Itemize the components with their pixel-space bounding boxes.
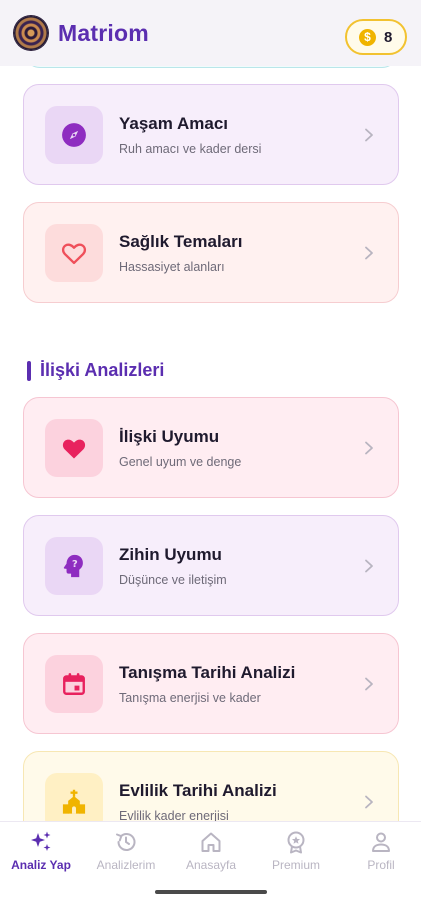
- section-title: İlişki Analizleri: [27, 360, 164, 381]
- chevron-right-icon: [365, 128, 373, 141]
- card-saglik-temalari[interactable]: Sağlık Temaları Hassasiyet alanları: [23, 202, 399, 303]
- chevron-right-icon: [365, 677, 373, 690]
- card-evlilik-tarihi[interactable]: Evlilik Tarihi Analizi Evlilik kader ene…: [23, 751, 399, 821]
- coin-balance-badge[interactable]: $ 8: [345, 19, 407, 55]
- heart-outline-icon: [61, 242, 87, 264]
- coin-icon: $: [359, 28, 376, 46]
- compass-icon: [62, 122, 86, 147]
- app-header: Matriom $ 8: [0, 0, 421, 66]
- card-title: Zihin Uyumu: [119, 544, 222, 564]
- card-subtitle: Genel uyum ve denge: [119, 454, 242, 469]
- icon-box: [45, 772, 103, 821]
- card-zihin-uyumu[interactable]: ? Zihin Uyumu Düşünce ve iletişim: [23, 515, 399, 616]
- card-iliski-uyumu[interactable]: İlişki Uyumu Genel uyum ve denge: [23, 397, 399, 498]
- svg-text:?: ?: [72, 558, 78, 569]
- heart-filled-icon: [62, 439, 86, 458]
- nav-label: Premium: [271, 858, 320, 872]
- premium-badge-icon: [287, 831, 305, 854]
- spiral-logo-icon[interactable]: [14, 16, 48, 50]
- chevron-right-icon: [365, 559, 373, 572]
- card-tanisma-tarihi[interactable]: Tanışma Tarihi Analizi Tanışma enerjisi …: [23, 633, 399, 734]
- home-icon: [201, 832, 221, 852]
- nav-label: Anasayfa: [185, 858, 237, 872]
- nav-anasayfa[interactable]: Anasayfa: [169, 830, 253, 872]
- card-title: İlişki Uyumu: [119, 426, 220, 446]
- icon-box: [45, 223, 103, 282]
- section-title-text: İlişki Analizleri: [40, 360, 165, 380]
- nav-label: Profil: [367, 858, 395, 872]
- card-title: Sağlık Temaları: [119, 231, 243, 251]
- card-yasam-amaci[interactable]: Yaşam Amacı Ruh amacı ve kader dersi: [23, 84, 399, 185]
- icon-box: ?: [45, 536, 103, 595]
- icon-box: [45, 105, 103, 164]
- analysis-list[interactable]: Yaşam Amacı Ruh amacı ve kader dersi Sağ…: [0, 66, 421, 821]
- card-subtitle: Düşünce ve iletişim: [119, 572, 227, 587]
- nav-label: Analiz Yap: [11, 858, 71, 872]
- icon-box: [45, 418, 103, 477]
- mind-icon: ?: [63, 554, 83, 577]
- card-subtitle: Hassasiyet alanları: [119, 259, 225, 274]
- chevron-right-icon: [365, 795, 373, 808]
- previous-card-edge[interactable]: [24, 66, 398, 68]
- home-indicator[interactable]: [155, 890, 267, 894]
- card-title: Yaşam Amacı: [119, 113, 228, 133]
- history-icon: [116, 833, 136, 851]
- calendar-icon: [63, 672, 85, 695]
- icon-box: [45, 654, 103, 713]
- bottom-navigation: Analiz Yap Analizlerim Anasayfa Premium …: [0, 821, 421, 897]
- nav-analiz-yap[interactable]: Analiz Yap: [0, 830, 83, 872]
- sparkles-icon: [31, 831, 51, 851]
- nav-profil[interactable]: Profil: [339, 830, 421, 872]
- card-subtitle: Tanışma enerjisi ve kader: [119, 690, 261, 705]
- nav-label: Analizlerim: [96, 858, 156, 872]
- section-accent-bar: [27, 360, 31, 381]
- card-subtitle: Ruh amacı ve kader dersi: [119, 141, 262, 156]
- chevron-right-icon: [365, 246, 373, 259]
- person-icon: [372, 832, 390, 852]
- app-title: Matriom: [58, 19, 149, 46]
- chevron-right-icon: [365, 441, 373, 454]
- card-title: Evlilik Tarihi Analizi: [119, 780, 277, 800]
- nav-premium[interactable]: Premium: [254, 830, 338, 872]
- card-title: Tanışma Tarihi Analizi: [119, 662, 296, 682]
- church-icon: [62, 789, 86, 814]
- card-subtitle: Evlilik kader enerjisi: [119, 808, 229, 822]
- coin-count: 8: [384, 28, 393, 46]
- nav-analizlerim[interactable]: Analizlerim: [84, 830, 168, 872]
